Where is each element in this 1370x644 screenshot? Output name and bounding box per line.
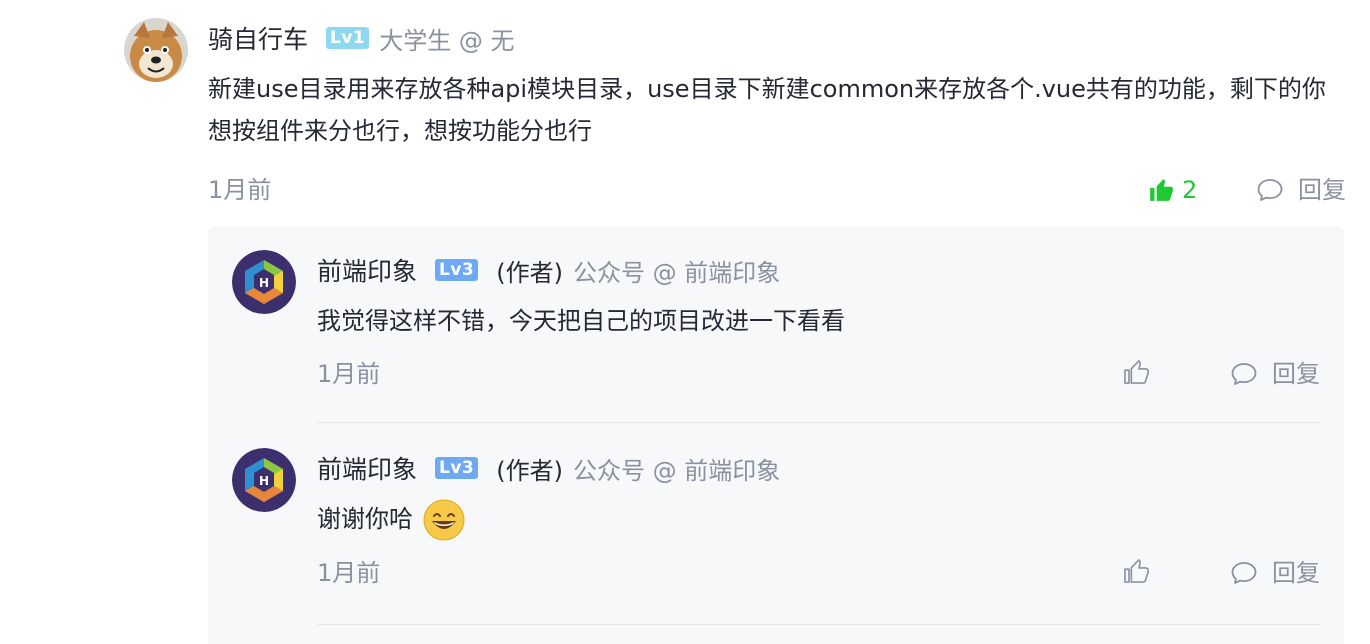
level-badge[interactable]: Lv3	[435, 259, 479, 281]
reply-button[interactable]: 回复	[1230, 358, 1320, 390]
reply-actions: 1月前 回复	[317, 354, 1320, 394]
reply-content: 我觉得这样不错，今天把自己的项目改进一下看看	[317, 307, 845, 335]
reply-text: 谢谢你哈	[317, 505, 413, 533]
reply-button[interactable]: 回复	[1256, 174, 1346, 206]
reply-label: 回复	[1298, 176, 1346, 204]
like-button[interactable]	[1121, 557, 1151, 585]
reply-label: 回复	[1272, 559, 1320, 587]
username[interactable]: 骑自行车	[208, 20, 308, 56]
author-avatar[interactable]: H	[232, 448, 296, 512]
reply-meta: 前端印象 Lv3 (作者) 公众号 @ 前端印象	[317, 448, 1320, 488]
svg-text:H: H	[259, 474, 269, 488]
like-count: 2	[1182, 176, 1198, 204]
comment-thread: 骑自行车 Lv1 大学生 @ 无 新建use目录用来存放各种api模块目录，us…	[0, 0, 1370, 644]
reply-time: 1月前	[317, 360, 381, 388]
sub-reply-list: H 前端印象 Lv3 (作者) 公众号 @ 前端印象 我觉得这样不错，今天把自己…	[208, 226, 1344, 644]
dog-avatar	[124, 18, 188, 82]
comment-bubble-icon	[1231, 363, 1257, 385]
svg-text:H: H	[259, 276, 269, 290]
reply-divider	[317, 422, 1320, 423]
reply-time: 1月前	[317, 559, 381, 587]
thumbs-up-icon	[1124, 360, 1149, 384]
thumbs-up-icon	[1124, 559, 1149, 583]
level-badge[interactable]: Lv3	[435, 457, 479, 479]
comment-content: 新建use目录用来存放各种api模块目录，use目录下新建common来存放各个…	[208, 75, 1326, 145]
reply-content: 谢谢你哈	[317, 498, 1320, 541]
thumbs-up-icon	[1150, 179, 1173, 201]
comment-bubble-icon	[1231, 562, 1257, 584]
reply-meta: 前端印象 Lv3 (作者) 公众号 @ 前端印象	[317, 250, 1320, 290]
user-avatar[interactable]	[124, 18, 188, 82]
grinning-emoji-icon	[423, 499, 465, 541]
comment-body: 骑自行车 Lv1 大学生 @ 无 新建use目录用来存放各种api模块目录，us…	[208, 18, 1346, 210]
job-title: 公众号 @ 前端印象	[573, 258, 781, 287]
comment-meta: 骑自行车 Lv1 大学生 @ 无	[208, 18, 1346, 58]
author-tag: (作者)	[496, 456, 563, 485]
username[interactable]: 前端印象	[317, 252, 417, 288]
reply-body: 前端印象 Lv3 (作者) 公众号 @ 前端印象 我觉得这样不错，今天把自己的项…	[317, 250, 1320, 394]
level-badge[interactable]: Lv1	[326, 27, 370, 49]
comment-actions: 1月前 2 回复	[208, 170, 1346, 210]
reply-divider	[317, 624, 1320, 625]
comment-time: 1月前	[208, 176, 272, 204]
hexagon-logo-avatar: H	[232, 250, 296, 314]
like-button[interactable]: 2	[1148, 174, 1197, 206]
comment-bubble-icon	[1257, 179, 1283, 201]
job-title: 公众号 @ 前端印象	[573, 456, 781, 485]
reply-label: 回复	[1272, 360, 1320, 388]
author-avatar[interactable]: H	[232, 250, 296, 314]
job-title: 大学生 @ 无	[379, 26, 515, 55]
like-button[interactable]	[1121, 358, 1151, 386]
hexagon-logo-avatar: H	[232, 448, 296, 512]
reply-actions: 1月前 回复	[317, 553, 1320, 593]
reply-body: 前端印象 Lv3 (作者) 公众号 @ 前端印象 谢谢你哈 1月前 回复	[317, 448, 1320, 593]
reply-button[interactable]: 回复	[1230, 557, 1320, 589]
username[interactable]: 前端印象	[317, 450, 417, 486]
author-tag: (作者)	[496, 258, 563, 287]
